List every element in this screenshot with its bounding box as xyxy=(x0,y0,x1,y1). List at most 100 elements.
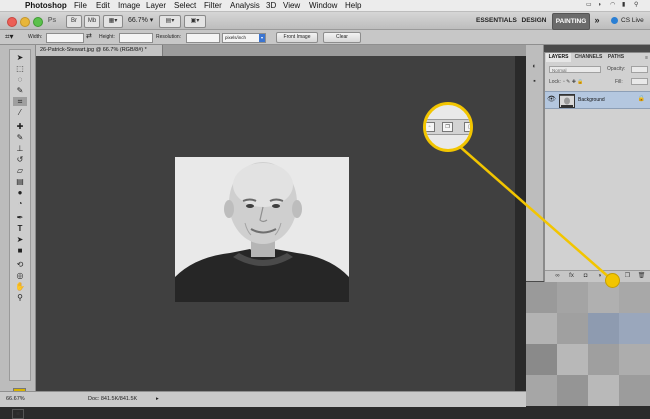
resolution-units-select[interactable]: pixels/inch ▾ xyxy=(222,33,266,43)
zoom-level-value: 66.7 xyxy=(128,17,142,24)
vertical-scrollbar[interactable] xyxy=(515,56,526,391)
height-label: Height: xyxy=(99,34,115,40)
lasso-tool-icon[interactable]: ◌ xyxy=(13,75,27,84)
new-layer-icon[interactable]: ❐ xyxy=(623,272,632,281)
bridge-icon[interactable]: Br xyxy=(66,15,82,28)
more-workspaces-button[interactable]: » xyxy=(592,13,602,28)
menu-edit[interactable]: Edit xyxy=(96,0,110,11)
status-doc-size: Doc: 841.5K/841.5K xyxy=(88,396,138,402)
crop-tool-icon[interactable]: ⌗ xyxy=(13,97,27,106)
move-tool-icon[interactable]: ➤ xyxy=(13,53,27,62)
fx-icon[interactable]: fx xyxy=(567,272,576,281)
eraser-tool-icon[interactable]: ▱ xyxy=(13,166,27,175)
highlight-marker xyxy=(605,273,620,288)
hand-tool-icon[interactable]: ✋ xyxy=(13,282,27,291)
menu-help[interactable]: Help xyxy=(345,0,361,11)
menu-view[interactable]: View xyxy=(283,0,300,11)
mini-bridge-icon[interactable]: Mb xyxy=(84,15,100,28)
marquee-tool-icon[interactable]: ⬚ xyxy=(13,64,27,73)
dodge-tool-icon[interactable]: ◔ xyxy=(13,199,27,208)
opacity-field[interactable] xyxy=(631,66,648,73)
trash-icon[interactable]: 🗑 xyxy=(637,272,646,281)
document-tab[interactable]: 26-Patrick-Stewart.jpg @ 66.7% (RGB/8#) … xyxy=(36,45,163,56)
cs-live-button[interactable]: CS Live xyxy=(611,14,647,27)
view-extras-icon[interactable]: ▦▾ xyxy=(103,15,123,28)
tab-paths[interactable]: PATHS xyxy=(606,53,626,62)
panel-dock: ◐ ▪ xyxy=(526,45,544,281)
menu-layer[interactable]: Layer xyxy=(146,0,166,11)
quick-selection-tool-icon[interactable]: ✎ xyxy=(13,86,27,95)
close-window-button[interactable] xyxy=(7,17,17,27)
wifi-icon[interactable]: ◠ xyxy=(610,2,615,9)
swap-dimensions-icon[interactable]: ⇄ xyxy=(86,32,92,42)
menu-3d[interactable]: 3D xyxy=(266,0,276,11)
blur-tool-icon[interactable]: ● xyxy=(13,188,27,197)
chevron-down-icon: ▾ xyxy=(259,34,265,42)
zoom-level-select[interactable]: 66.7% ▾ xyxy=(128,15,154,26)
front-image-button[interactable]: Front Image xyxy=(276,32,318,43)
link-icon[interactable]: ∞ xyxy=(553,272,562,281)
panel-menu-icon[interactable]: ≡ xyxy=(645,54,648,62)
history-panel-icon[interactable]: ◐ xyxy=(530,63,539,71)
3d-orbit-tool-icon[interactable]: ◎ xyxy=(13,271,27,280)
mac-menu-bar: Photoshop File Edit Image Layer Select F… xyxy=(0,0,650,12)
menu-window[interactable]: Window xyxy=(309,0,337,11)
3d-rotate-tool-icon[interactable]: ⟲ xyxy=(13,260,27,269)
layer-lock-icon: 🔒 xyxy=(637,96,645,102)
eyedropper-tool-icon[interactable]: ⁄ xyxy=(13,108,27,117)
brush-tool-icon[interactable]: ✎ xyxy=(13,133,27,142)
fill-field[interactable] xyxy=(631,78,648,85)
blend-mode-select[interactable]: Normal xyxy=(549,66,601,73)
menu-select[interactable]: Select xyxy=(174,0,196,11)
menu-filter[interactable]: Filter xyxy=(204,0,222,11)
layer-row-background[interactable]: 👁 Background 🔒 xyxy=(545,91,650,109)
tool-column: ➤ ⬚ ◌ ✎ ⌗ ⁄ ✚ ✎ ⊥ ↺ ▱ ▤ ● ◔ ✒ T ➤ ■ ⟲ ◎ … xyxy=(9,49,31,381)
resolution-field[interactable] xyxy=(186,33,220,43)
shape-tool-icon[interactable]: ■ xyxy=(13,246,27,255)
mask-icon[interactable]: ◘ xyxy=(581,272,590,281)
navigator-panel-icon[interactable]: ▪ xyxy=(530,78,539,86)
adjustment-icon[interactable]: ◑ xyxy=(595,272,604,281)
screen-mode-icon[interactable]: ▣▾ xyxy=(184,15,206,28)
lock-icons[interactable]: ▫ ✎ ✚ 🔒 xyxy=(563,78,584,86)
clear-button[interactable]: Clear xyxy=(323,32,361,43)
clone-stamp-tool-icon[interactable]: ⊥ xyxy=(13,144,27,153)
app-menu-photoshop[interactable]: Photoshop xyxy=(25,0,67,11)
ps-logo: Ps xyxy=(47,17,57,24)
pen-tool-icon[interactable]: ✒ xyxy=(13,213,27,222)
document-image xyxy=(175,157,349,302)
height-field[interactable] xyxy=(119,33,153,43)
crop-tool-preset-icon[interactable]: ⌗▾ xyxy=(5,32,21,42)
tab-channels[interactable]: CHANNELS xyxy=(572,53,605,62)
gradient-tool-icon[interactable]: ▤ xyxy=(13,177,27,186)
history-brush-tool-icon[interactable]: ↺ xyxy=(13,155,27,164)
layers-panel-footer: ∞ fx ◘ ◑ ▭ ❐ 🗑 xyxy=(545,270,650,282)
monitor-icon[interactable]: ▭ xyxy=(586,2,592,9)
workspace-painting[interactable]: PAINTING xyxy=(552,13,590,30)
type-tool-icon[interactable]: T xyxy=(13,224,27,233)
workspace-essentials[interactable]: ESSENTIALS xyxy=(476,13,517,28)
width-label: Width: xyxy=(28,34,43,40)
menu-file[interactable]: File xyxy=(74,0,87,11)
minimize-window-button[interactable] xyxy=(20,17,30,27)
path-selection-tool-icon[interactable]: ➤ xyxy=(13,235,27,244)
menu-image[interactable]: Image xyxy=(118,0,140,11)
zoom-window-button[interactable] xyxy=(33,17,43,27)
menu-analysis[interactable]: Analysis xyxy=(230,0,260,11)
callout-new-layer-icon: ❐ xyxy=(442,122,453,132)
width-field[interactable] xyxy=(46,33,84,43)
zoom-tool-icon[interactable]: ⚲ xyxy=(13,293,27,302)
tab-layers[interactable]: LAYERS xyxy=(546,53,571,62)
battery-icon[interactable]: ▮ xyxy=(622,2,625,9)
healing-brush-tool-icon[interactable]: ✚ xyxy=(13,122,27,131)
search-icon[interactable]: ⚲ xyxy=(634,2,638,9)
layers-panel: LAYERS CHANNELS PATHS ≡ Normal Opacity: … xyxy=(544,52,650,283)
blurred-panel-area xyxy=(526,282,650,406)
workspace-design[interactable]: DESIGN xyxy=(518,13,550,28)
visibility-eye-icon[interactable]: 👁 xyxy=(547,96,556,104)
arrange-documents-icon[interactable]: ▤▾ xyxy=(159,15,181,28)
volume-icon[interactable]: ◗ xyxy=(598,2,602,9)
status-menu-arrow[interactable]: ▸ xyxy=(156,392,159,407)
status-zoom[interactable]: 66.67% xyxy=(6,392,25,407)
quick-mask-icon[interactable]: ◙ xyxy=(12,409,24,419)
